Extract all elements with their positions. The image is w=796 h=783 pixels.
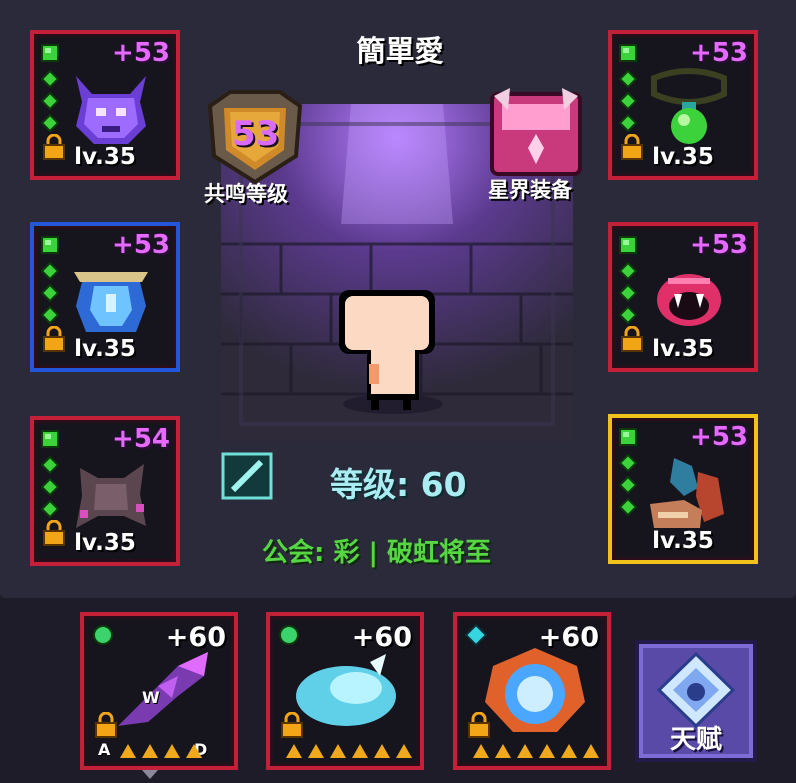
weapon-gem-icon [279,625,299,645]
weapon-slot-3[interactable]: +60 [453,612,611,770]
star-icon [517,744,533,758]
weapon-gem-icon [93,625,113,645]
green-diamond-icon [41,284,59,302]
enhance-level: +53 [690,422,748,452]
green-diamond-icon [619,476,637,494]
lock-icon [281,712,303,738]
item-level: lv.35 [74,530,136,556]
star-icon [539,744,555,758]
item-level: lv.35 [652,336,714,362]
shadow-wings-icon [76,464,146,528]
green-diamond-icon [619,114,637,132]
star-icon [164,744,180,758]
crystal-armor-icon [74,272,148,332]
item-level: lv.35 [652,144,714,170]
star-icon [495,744,511,758]
equip-slot-ring[interactable]: +53 lv.35 [608,222,758,372]
green-diamond-icon [41,92,59,110]
star-icon [308,744,324,758]
item-level: lv.35 [74,144,136,170]
equip-slot-back[interactable]: +54 lv.35 [30,416,180,566]
green-diamond-icon [41,456,59,474]
star-rating [286,744,412,758]
star-icon [120,744,136,758]
demon-helmet-icon [76,76,146,144]
guild-info[interactable]: 公会: 彩 | 破虹将至 [262,532,491,569]
blue-orb-shield-icon [485,648,585,732]
green-diamond-icon [619,454,637,472]
green-diamond-icon [619,306,637,324]
player-level: 等级: 60 [330,465,467,504]
weapon-enhance-level: +60 [351,622,412,653]
star-icon [396,744,412,758]
chevron-down-icon[interactable] [142,770,158,780]
resonance-level-label[interactable]: 共鸣等级 [204,178,288,208]
star-icon [286,744,302,758]
weapon-enhance-level: +60 [165,622,226,653]
talent-crystal-icon [656,652,736,728]
resonance-level-value: 53 [232,114,280,154]
item-level: lv.35 [74,336,136,362]
equip-slot-amulet[interactable]: +53 lv.35 [608,30,758,180]
talent-label: 天赋 [669,725,722,755]
green-diamond-icon [619,70,637,88]
lock-icon [468,712,490,738]
star-rating [120,744,202,758]
enhance-level: +53 [690,230,748,260]
green-gem-icon [41,44,59,62]
fang-ring-icon [657,274,721,326]
equip-slot-armor[interactable]: +53 lv.35 [30,222,180,372]
purple-gauntlet-icon [118,652,208,726]
green-diamond-icon [41,478,59,496]
weapon-gem-icon [465,624,487,646]
green-gem-icon [619,44,637,62]
lock-icon [95,712,117,738]
astral-equipment-label[interactable]: 星界装备 [488,174,572,204]
astral-chest-icon [490,88,582,176]
key-hint-up: W [142,688,160,707]
ice-dragon-icon [296,654,396,726]
green-diamond-icon [41,306,59,324]
talent-button[interactable]: 天赋 [635,640,757,762]
green-diamond-icon [41,262,59,280]
star-icon [561,744,577,758]
enhance-level: +53 [112,230,170,260]
item-level: lv.35 [652,528,714,554]
green-diamond-icon [619,262,637,280]
weapon-enhance-level: +60 [538,622,599,653]
star-icon [186,744,202,758]
green-diamond-icon [41,114,59,132]
key-hint-left: A [98,740,111,759]
dragon-boots-icon [650,458,724,528]
equip-slot-boots[interactable]: +53 lv.35 [608,414,758,564]
green-gem-icon [619,428,637,446]
green-gem-icon [41,236,59,254]
star-icon [352,744,368,758]
enhance-level: +53 [112,38,170,68]
green-potion-amulet-icon [651,68,727,144]
star-rating [473,744,599,758]
star-icon [330,744,346,758]
green-gem-icon [619,236,637,254]
star-icon [142,744,158,758]
weapon-slot-2[interactable]: +60 [266,612,424,770]
green-diamond-icon [619,284,637,302]
weapon-skill-icon[interactable] [221,452,273,500]
star-icon [583,744,599,758]
star-icon [374,744,390,758]
green-diamond-icon [41,500,59,518]
green-diamond-icon [41,70,59,88]
player-name: 簡單愛 [356,34,444,68]
enhance-level: +54 [112,424,170,454]
star-icon [473,744,489,758]
green-gem-icon [41,430,59,448]
green-diamond-icon [619,92,637,110]
equip-slot-helmet[interactable]: +53 lv.35 [30,30,180,180]
enhance-level: +53 [690,38,748,68]
green-diamond-icon [619,498,637,516]
weapon-slot-1[interactable]: +60 W A D [80,612,238,770]
